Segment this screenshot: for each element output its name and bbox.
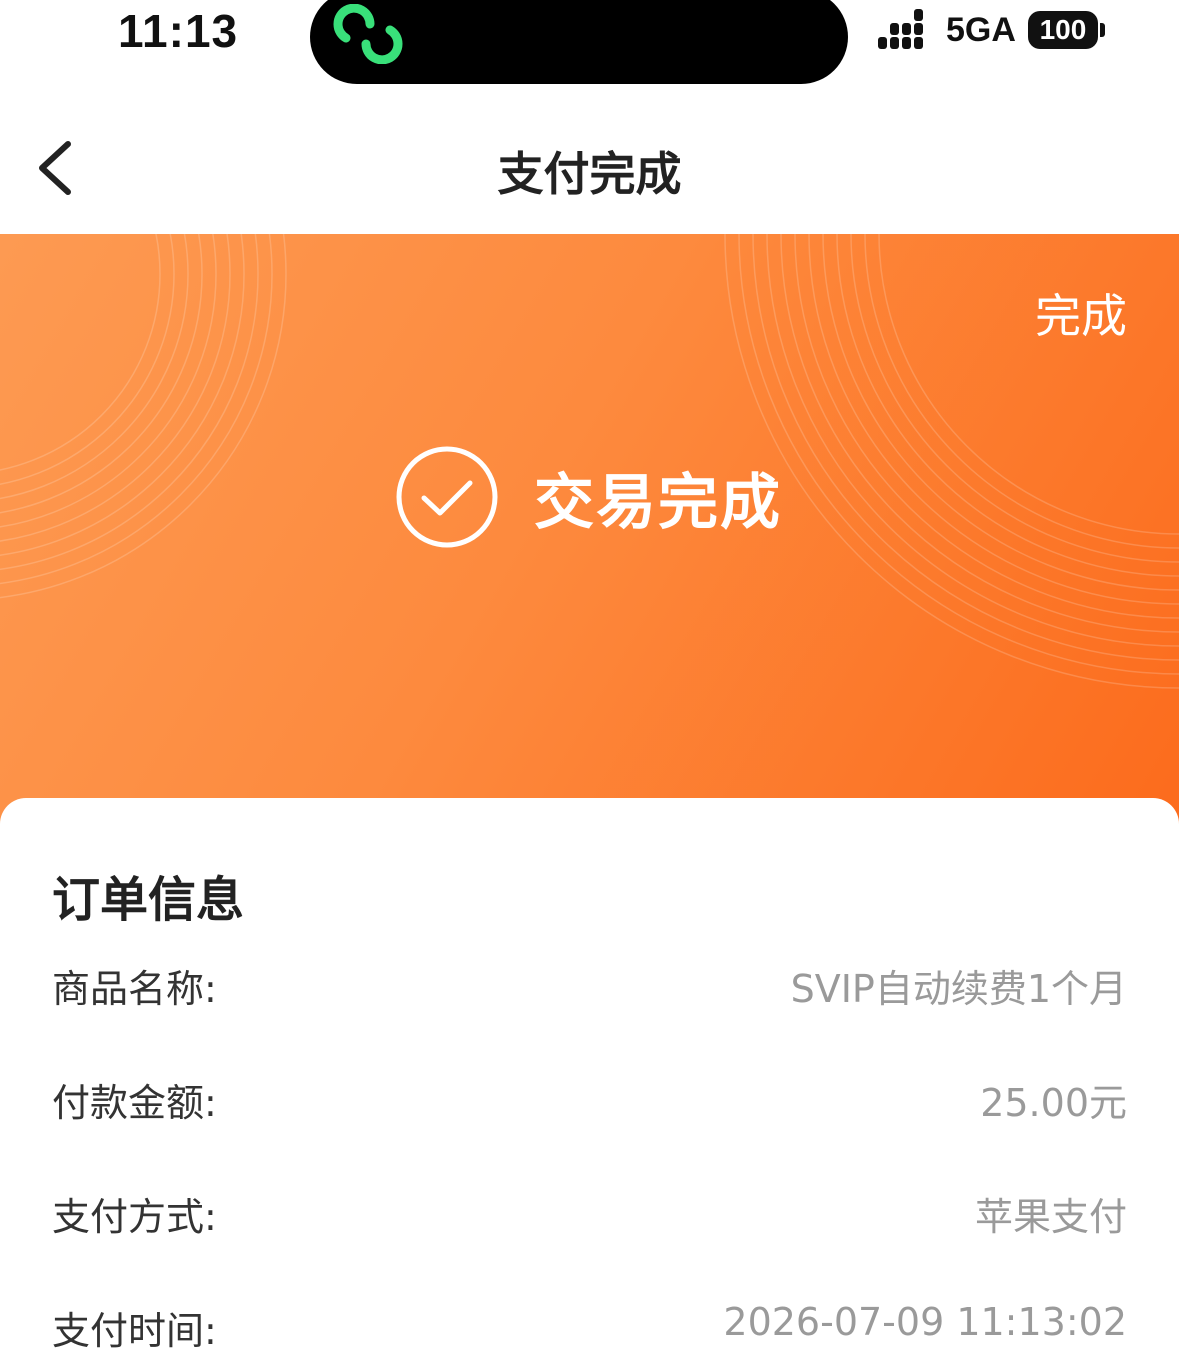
battery-icon: 100: [1027, 11, 1098, 49]
info-row-product: 商品名称: SVIP自动续费1个月: [52, 958, 1127, 1018]
chat-bubbles-icon: [333, 4, 403, 64]
info-row-amount: 付款金额: 25.00元: [52, 1072, 1127, 1132]
product-name-value: SVIP自动续费1个月: [790, 967, 1127, 1011]
payment-time-value: 2026-07-09 11:13:02: [723, 1300, 1127, 1344]
battery-level: 100: [1039, 14, 1087, 45]
payment-amount-label: 付款金额:: [52, 1081, 217, 1125]
payment-method-label: 支付方式:: [52, 1195, 217, 1239]
done-button[interactable]: 完成: [1035, 280, 1127, 346]
product-name-label: 商品名称:: [52, 967, 217, 1011]
status-banner: 完成 交易完成: [0, 234, 1179, 834]
info-row-method: 支付方式: 苹果支付: [52, 1186, 1127, 1246]
battery-tip: [1099, 23, 1105, 37]
check-circle-icon: [396, 446, 498, 548]
order-info-card: 订单信息 商品名称: SVIP自动续费1个月 付款金额: 25.00元 支付方式…: [0, 798, 1179, 1354]
payment-complete-screen: 11:13 5GA 100 支付完成 完成 交易完成 订单信息 商品名称: SV…: [0, 0, 1179, 1354]
network-label: 5GA: [946, 10, 1016, 49]
payment-amount-value: 25.00元: [980, 1081, 1127, 1125]
transaction-status-text: 交易完成: [534, 467, 782, 538]
info-row-time: 支付时间: 2026-07-09 11:13:02: [52, 1300, 1127, 1354]
page-title: 支付完成: [497, 147, 682, 201]
signal-icon: [878, 11, 936, 49]
navigation-bar: 支付完成: [0, 100, 1179, 234]
transaction-status: 交易完成: [394, 444, 782, 550]
payment-method-value: 苹果支付: [974, 1195, 1127, 1239]
status-time: 11:13: [118, 5, 239, 57]
dynamic-island: [310, 0, 848, 84]
payment-time-label: 支付时间:: [52, 1309, 217, 1353]
status-bar: 11:13 5GA 100: [0, 0, 1179, 90]
status-indicators: 5GA 100: [878, 8, 1105, 52]
order-info-title: 订单信息: [52, 872, 245, 928]
